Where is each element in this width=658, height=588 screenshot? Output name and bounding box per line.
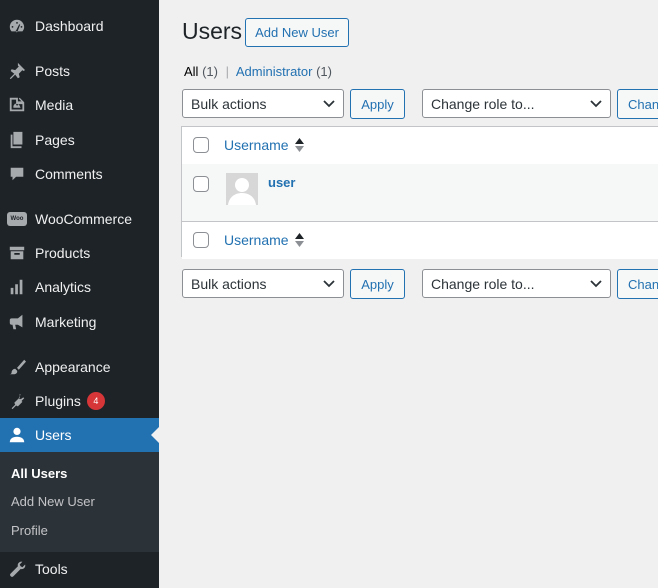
- menu-comments[interactable]: Comments: [0, 157, 159, 191]
- menu-appearance-label: Appearance: [35, 359, 111, 375]
- menu-analytics-label: Analytics: [35, 279, 92, 295]
- bulk-actions-select-bottom[interactable]: Bulk actions: [182, 269, 344, 298]
- megaphone-icon: [7, 312, 27, 332]
- username-link[interactable]: user: [268, 175, 295, 190]
- menu-dashboard[interactable]: Dashboard: [0, 9, 159, 43]
- bulk-actions-value: Bulk actions: [191, 275, 267, 292]
- change-role-value: Change role to...: [431, 275, 535, 292]
- menu-posts[interactable]: Posts: [0, 54, 159, 88]
- menu-tools[interactable]: Tools: [0, 552, 159, 586]
- chevron-down-icon: [590, 280, 602, 288]
- menu-users[interactable]: Users: [0, 418, 159, 452]
- select-all-checkbox-footer[interactable]: [193, 232, 209, 248]
- pin-icon: [7, 61, 27, 81]
- submenu-profile[interactable]: Profile: [11, 523, 48, 538]
- bar-chart-icon: [7, 277, 27, 297]
- menu-posts-label: Posts: [35, 63, 71, 79]
- bulk-actions-value: Bulk actions: [191, 95, 267, 112]
- menu-products-label: Products: [35, 245, 91, 261]
- menu-pages-label: Pages: [35, 132, 75, 148]
- username-column-label: Username: [224, 232, 289, 248]
- menu-products[interactable]: Products: [0, 236, 159, 270]
- menu-pages[interactable]: Pages: [0, 123, 159, 157]
- apply-button-bottom[interactable]: Apply: [350, 269, 405, 299]
- username-column-sort-footer[interactable]: Username: [224, 232, 304, 248]
- menu-woocommerce[interactable]: Woo WooCommerce: [0, 202, 159, 236]
- change-role-select-bottom[interactable]: Change role to...: [422, 269, 611, 298]
- change-role-button-bottom[interactable]: Change: [617, 269, 658, 299]
- user-icon: [7, 425, 27, 445]
- page-title: Users: [182, 18, 243, 44]
- woo-icon: Woo: [7, 209, 27, 229]
- table-row: user: [182, 164, 658, 221]
- chevron-down-icon: [323, 100, 335, 108]
- filter-administrator[interactable]: Administrator: [236, 64, 313, 79]
- chevron-down-icon: [590, 100, 602, 108]
- dashboard-icon: [7, 16, 27, 36]
- submenu-all-users[interactable]: All Users: [11, 466, 67, 481]
- username-column-label: Username: [224, 137, 289, 153]
- menu-dashboard-label: Dashboard: [35, 18, 104, 34]
- avatar-placeholder-icon: [228, 178, 256, 205]
- menu-analytics[interactable]: Analytics: [0, 270, 159, 304]
- table-header: Username: [182, 127, 658, 165]
- menu-appearance[interactable]: Appearance: [0, 350, 159, 384]
- change-role-button-top[interactable]: Change: [617, 89, 658, 119]
- add-new-user-button[interactable]: Add New User: [245, 18, 349, 47]
- filter-all-count: (1): [202, 64, 218, 79]
- sort-arrows-icon: [294, 233, 304, 247]
- change-role-select-top[interactable]: Change role to...: [422, 89, 611, 118]
- wrench-icon: [7, 559, 27, 579]
- brush-icon: [7, 357, 27, 377]
- user-role-filters: All (1) | Administrator (1): [184, 64, 332, 79]
- pages-icon: [7, 130, 27, 150]
- menu-plugins-label: Plugins: [35, 393, 81, 409]
- menu-marketing-label: Marketing: [35, 314, 97, 330]
- change-role-value: Change role to...: [431, 95, 535, 112]
- menu-tools-label: Tools: [35, 561, 68, 577]
- menu-woocommerce-label: WooCommerce: [35, 211, 132, 227]
- menu-media[interactable]: Media: [0, 88, 159, 122]
- comment-icon: [7, 164, 27, 184]
- admin-sidebar: Dashboard Posts Media Pages Comments Woo…: [0, 0, 159, 588]
- apply-button-top[interactable]: Apply: [350, 89, 405, 119]
- submenu-add-new-user[interactable]: Add New User: [11, 494, 95, 509]
- menu-marketing[interactable]: Marketing: [0, 305, 159, 339]
- select-all-checkbox[interactable]: [193, 137, 209, 153]
- menu-comments-label: Comments: [35, 166, 103, 182]
- row-checkbox[interactable]: [193, 176, 209, 192]
- media-icon: [7, 95, 27, 115]
- bulk-actions-select-top[interactable]: Bulk actions: [182, 89, 344, 118]
- username-column-sort[interactable]: Username: [224, 137, 304, 153]
- archive-icon: [7, 243, 27, 263]
- filter-separator: |: [225, 64, 229, 79]
- menu-users-label: Users: [35, 427, 72, 443]
- plug-icon: [7, 391, 27, 411]
- avatar: [226, 173, 258, 205]
- filter-administrator-count: (1): [316, 64, 332, 79]
- menu-plugins[interactable]: Plugins 4: [0, 384, 159, 418]
- plugins-update-badge: 4: [86, 392, 105, 410]
- sort-arrows-icon: [294, 138, 304, 152]
- woo-icon-text: Woo: [7, 212, 27, 226]
- table-footer: Username: [182, 221, 658, 259]
- filter-all[interactable]: All: [184, 64, 198, 79]
- chevron-down-icon: [323, 280, 335, 288]
- menu-media-label: Media: [35, 97, 74, 113]
- users-submenu: All Users Add New User Profile: [0, 452, 159, 552]
- users-table: Username user Username: [181, 126, 658, 259]
